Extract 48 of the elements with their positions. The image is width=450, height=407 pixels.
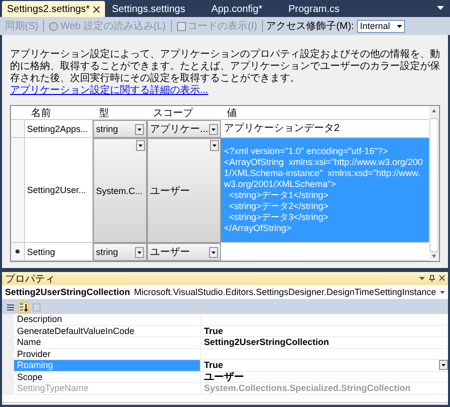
property-name[interactable]: Provider: [14, 348, 200, 360]
property-gutter: [2, 314, 14, 326]
access-modifier-label: アクセス修飾子(M):: [266, 20, 354, 33]
column-header[interactable]: スコープ: [147, 106, 221, 120]
property-value[interactable]: ユーザー: [200, 372, 448, 383]
description-text: アプリケーション設定によって、アプリケーションのプロパティ設定およびその他の情報を、動的に格納、取得することができます。たとえば、アプリケーションでユーザーのカラー設定が保存された後、次回実行時にその設定を取得することができます。 アプリケーション設定に関する詳細の表示...: [10, 49, 440, 97]
type-dropdown[interactable]: System.C...: [93, 138, 147, 243]
scope-dropdown[interactable]: アプリケー...: [147, 120, 221, 138]
type-dropdown[interactable]: string: [93, 243, 147, 261]
property-name[interactable]: GenerateDefaultValueInCode: [14, 326, 200, 337]
column-header[interactable]: 値: [221, 106, 429, 120]
caret-icon: [440, 290, 445, 294]
details-link[interactable]: アプリケーション設定に関する詳細の表示...: [10, 85, 208, 96]
close-icon[interactable]: [439, 275, 445, 281]
property-value[interactable]: True: [200, 360, 448, 372]
document-tab[interactable]: Program.cs: [283, 1, 344, 17]
property-name[interactable]: Description: [14, 314, 200, 326]
document-icon: [176, 22, 186, 30]
document-tab[interactable]: App.config*: [206, 1, 268, 17]
dropdown-arrow-icon[interactable]: [419, 275, 425, 281]
property-name[interactable]: Name: [14, 337, 200, 348]
properties-tool-button[interactable]: [18, 302, 29, 312]
column-header[interactable]: 型: [93, 106, 147, 120]
close-icon[interactable]: [92, 6, 100, 12]
access-modifier-dropdown[interactable]: Internal: [356, 20, 405, 32]
scope-dropdown[interactable]: ユーザー: [147, 138, 221, 243]
row-header[interactable]: [11, 243, 25, 261]
property-value[interactable]: Setting2UserStringCollection: [200, 337, 448, 348]
panel-title: プロパティ: [5, 272, 55, 286]
value-cell[interactable]: アプリケーションデータ2: [221, 120, 429, 138]
document-tab[interactable]: Settings2.settings*: [2, 1, 105, 17]
vertical-scrollbar[interactable]: [429, 106, 439, 261]
properties-tool-button[interactable]: [5, 302, 16, 312]
property-value[interactable]: True: [200, 326, 448, 337]
categorized-icon: [6, 302, 15, 312]
pin-icon[interactable]: [429, 275, 435, 282]
type-dropdown[interactable]: string: [93, 120, 147, 138]
scope-dropdown[interactable]: ユーザー: [147, 243, 221, 261]
sort-alphabetical-icon: [19, 302, 28, 312]
tab-list-arrow-icon[interactable]: [437, 6, 444, 11]
globe-icon: [49, 22, 58, 30]
document-tab[interactable]: Settings.settings: [106, 1, 190, 17]
property-gutter: [2, 383, 14, 394]
property-pages-icon: [32, 302, 41, 312]
new-row-icon: [15, 249, 20, 254]
column-header[interactable]: 名前: [25, 106, 93, 120]
property-name[interactable]: Scope: [14, 372, 200, 383]
caret-icon: [396, 24, 402, 28]
